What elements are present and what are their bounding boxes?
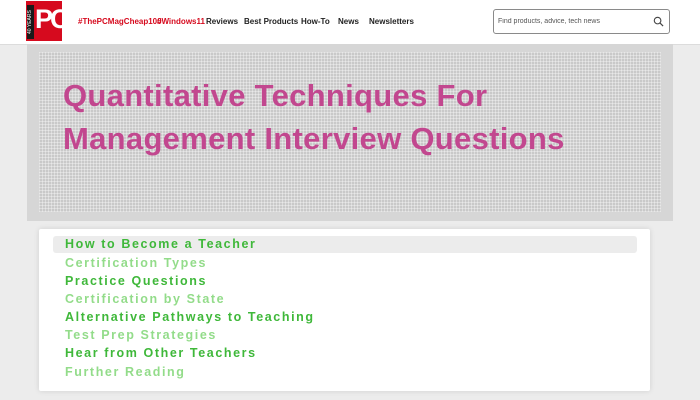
nav-item-best-products[interactable]: Best Products <box>244 15 298 29</box>
nav-item-newsletters[interactable]: Newsletters <box>369 15 414 29</box>
logo-badge: 40 YEARS <box>27 5 34 39</box>
toc-item-further-reading[interactable]: Further Reading <box>53 364 637 381</box>
toc-item-label: Certification by State <box>65 292 226 306</box>
nav-item-news[interactable]: News <box>338 15 359 29</box>
hero-banner: Quantitative Techniques For Management I… <box>27 44 673 221</box>
table-of-contents: How to Become a Teacher Certification Ty… <box>39 229 650 391</box>
toc-item-label: Alternative Pathways to Teaching <box>65 310 315 324</box>
toc-item-test-prep-strategies[interactable]: Test Prep Strategies <box>53 327 637 344</box>
toc-item-label: Hear from Other Teachers <box>65 346 257 360</box>
toc-item-certification-by-state[interactable]: Certification by State <box>53 291 637 308</box>
nav-item-thepcmagcheap100[interactable]: #ThePCMagCheap100 <box>78 15 162 29</box>
toc-item-hear-from-other-teachers[interactable]: Hear from Other Teachers <box>53 345 637 362</box>
toc-item-how-to-become-a-teacher[interactable]: How to Become a Teacher <box>53 236 637 253</box>
hero-image: Quantitative Techniques For Management I… <box>39 52 661 212</box>
logo-text: PC <box>35 4 69 34</box>
toc-item-certification-types[interactable]: Certification Types <box>53 255 637 272</box>
site-header: 40 YEARS PC #ThePCMagCheap100 #Windows11… <box>0 0 700 45</box>
toc-item-label: Certification Types <box>65 256 207 270</box>
toc-item-practice-questions[interactable]: Practice Questions <box>53 273 637 290</box>
nav-item-reviews[interactable]: Reviews <box>206 15 238 29</box>
nav-item-windows11[interactable]: #Windows11 <box>157 15 205 29</box>
toc-item-label: How to Become a Teacher <box>65 237 257 251</box>
page-title: Quantitative Techniques For Management I… <box>63 78 565 156</box>
toc-item-alternative-pathways[interactable]: Alternative Pathways to Teaching <box>53 309 637 326</box>
toc-item-label: Test Prep Strategies <box>65 328 217 342</box>
search-icon[interactable] <box>653 16 664 27</box>
search-box <box>493 9 670 34</box>
nav-item-how-to[interactable]: How-To <box>301 15 330 29</box>
pcmag-logo[interactable]: 40 YEARS PC <box>26 1 69 41</box>
toc-item-label: Further Reading <box>65 365 186 379</box>
toc-item-label: Practice Questions <box>65 274 208 288</box>
search-input[interactable] <box>498 13 648 29</box>
